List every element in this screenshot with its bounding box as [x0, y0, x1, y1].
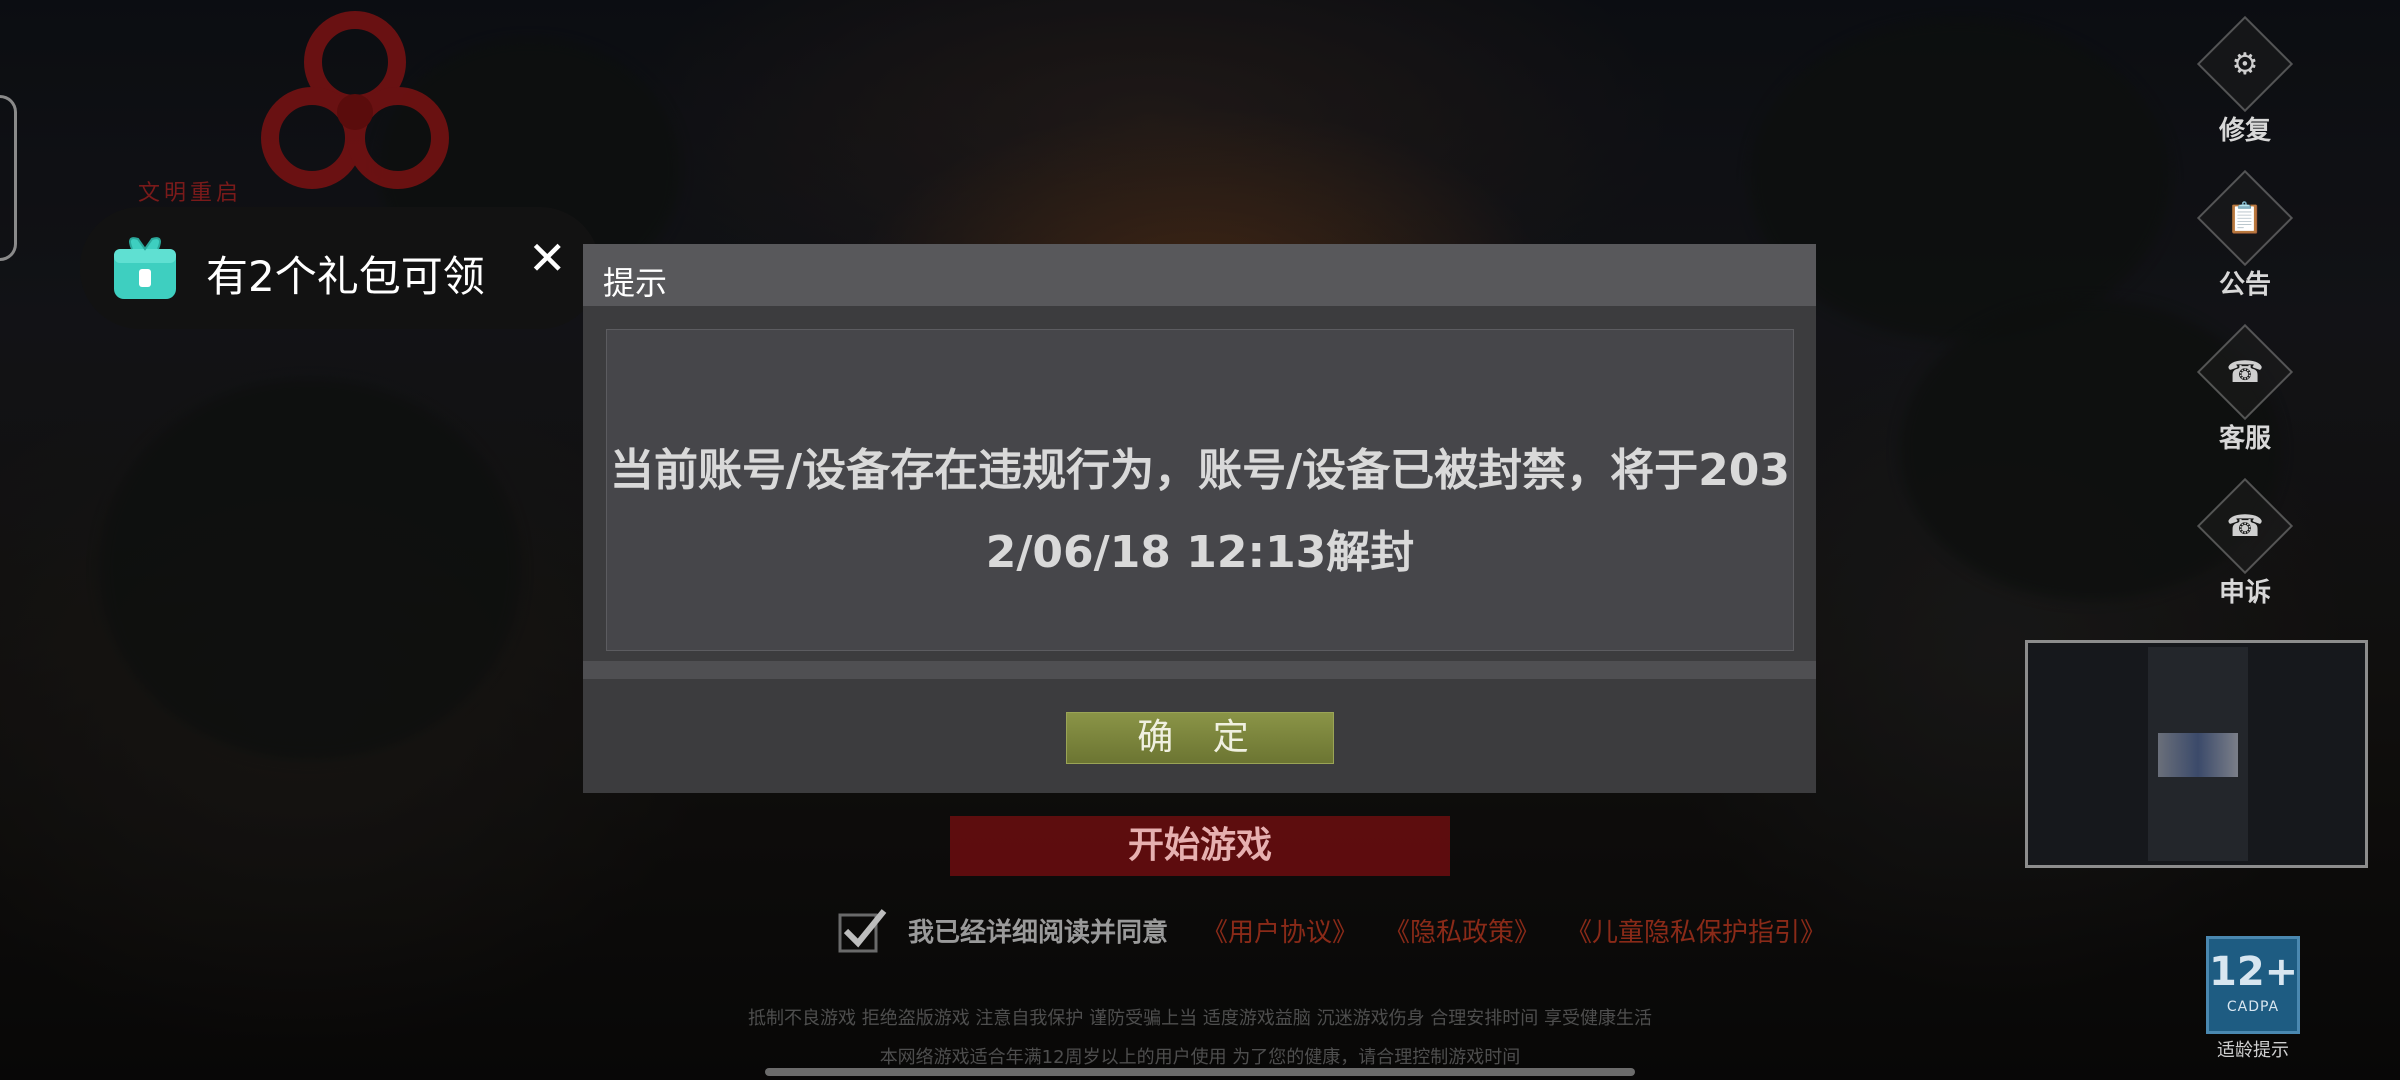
age-rating-number: 12+	[2209, 949, 2299, 995]
health-notice-line2: 本网络游戏适合年满12周岁以上的用户使用 为了您的健康，请合理控制游戏时间	[879, 1047, 1521, 1068]
dialog-message-line1: 当前账号/设备存在违规行为，账号/设备已被封禁，将于203	[610, 445, 1790, 496]
sidebar-item-label: 客服	[2218, 424, 2271, 454]
sidebar-item-customer-service[interactable]: ☎ 客服	[2196, 323, 2294, 455]
gift-toast[interactable]: 有2个礼包可领 ✕	[80, 207, 600, 329]
start-game-button[interactable]: 开始游戏	[950, 816, 1450, 876]
age-rating-org: CADPA	[2226, 999, 2280, 1015]
dialog-divider	[583, 661, 1816, 679]
dialog-title: 提示	[603, 264, 668, 302]
agreement-text: 我已经详细阅读并同意	[908, 917, 1169, 948]
headset-icon: ☎	[2226, 354, 2264, 390]
gift-toast-text: 有2个礼包可领	[206, 252, 485, 301]
ban-notice-dialog: 提示 当前账号/设备存在违规行为，账号/设备已被封禁，将于203 2/06/18…	[583, 244, 1816, 793]
dialog-header: 提示	[583, 244, 1816, 306]
pip-thumbnail	[2158, 733, 2238, 777]
sidebar-item-announcement[interactable]: 📋 公告	[2196, 169, 2294, 301]
user-agreement-link[interactable]: 《用户协议》	[1202, 912, 1358, 949]
privacy-policy-link[interactable]: 《隐私政策》	[1384, 912, 1540, 949]
age-rating-box: 12+ CADPA	[2206, 936, 2300, 1034]
edge-handle[interactable]	[0, 95, 17, 261]
sidebar-item-label: 申诉	[2218, 578, 2271, 608]
sidebar-item-appeal[interactable]: ☎ 申诉	[2196, 477, 2294, 609]
logo-text: 文明重启	[138, 181, 243, 206]
agreement-checkbox-icon[interactable]	[838, 907, 888, 953]
sidebar-item-repair[interactable]: ⚙ 修复	[2196, 15, 2294, 147]
dialog-message-line2: 2/06/18 12:13解封	[985, 527, 1415, 578]
sidebar-item-label: 公告	[2218, 270, 2271, 300]
home-indicator-bar[interactable]	[765, 1068, 1635, 1076]
child-privacy-link[interactable]: 《儿童隐私保护指引》	[1566, 912, 1826, 949]
close-icon[interactable]: ✕	[528, 235, 567, 281]
dialog-message: 当前账号/设备存在违规行为，账号/设备已被封禁，将于203 2/06/18 12…	[607, 430, 1793, 594]
picture-in-picture-window[interactable]	[2025, 640, 2368, 868]
appeal-headset-icon: ☎	[2226, 508, 2264, 544]
announcement-icon: 📋	[2226, 200, 2264, 236]
gears-icon: ⚙	[2231, 46, 2259, 82]
dialog-body: 当前账号/设备存在违规行为，账号/设备已被封禁，将于203 2/06/18 12…	[606, 329, 1794, 651]
agreement-row: 我已经详细阅读并同意 《用户协议》 《隐私政策》 《儿童隐私保护指引》	[838, 905, 1852, 955]
biohazard-logo-icon	[261, 11, 449, 189]
health-notice-line1: 抵制不良游戏 拒绝盗版游戏 注意自我保护 谨防受骗上当 适度游戏益脑 沉迷游戏伤…	[747, 1008, 1653, 1029]
gift-box-icon	[114, 237, 176, 299]
ok-button[interactable]: 确 定	[1066, 712, 1334, 764]
age-rating-caption: 适龄提示	[2217, 1040, 2289, 1061]
age-rating-badge[interactable]: 12+ CADPA 适龄提示	[2206, 936, 2300, 1061]
sidebar-item-label: 修复	[2218, 116, 2271, 146]
